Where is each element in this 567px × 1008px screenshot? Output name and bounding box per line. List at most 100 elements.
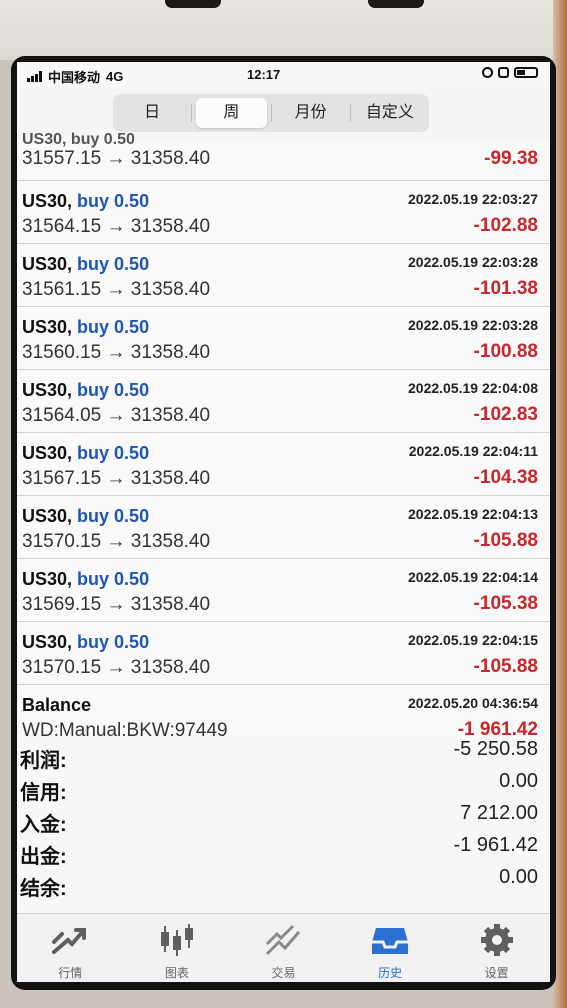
trade-profit: -102.83: [473, 404, 538, 425]
camera-icon: [165, 0, 221, 8]
summary-credit: 信用: 0.00: [17, 770, 550, 804]
carrier-label: 中国移动: [48, 70, 101, 85]
trade-icon: [266, 924, 301, 956]
trade-prices: 31570.15 → 31358.40: [22, 657, 211, 678]
trade-datetime: 2022.05.19 22:03:28: [408, 254, 538, 270]
trade-side: buy 0.50: [77, 506, 150, 526]
balance-datetime: 2022.05.20 04:36:54: [408, 695, 538, 711]
trade-prices: 31570.15 → 31358.40: [22, 531, 211, 552]
summary-value: -1 961.42: [453, 834, 538, 856]
trade-prices: 31567.15 → 31358.40: [22, 468, 211, 489]
trade-datetime: 2022.05.19 22:04:14: [408, 569, 538, 585]
segment-divider: [191, 104, 193, 122]
trade-prices: 31569.15 → 31358.40: [22, 594, 211, 615]
trade-row[interactable]: US30, buy 0.50 2022.05.19 22:04:08 31564…: [17, 370, 550, 433]
symbol-label: US30,: [22, 632, 73, 652]
segment-day[interactable]: 日: [117, 98, 187, 128]
trade-profit: -104.38: [473, 467, 538, 488]
period-segmented-control: 日 周 月份 自定义: [113, 94, 429, 132]
trade-prices: 31560.15 → 31358.40: [22, 342, 211, 363]
alarm-icon: [482, 67, 493, 78]
trade-symbol: US30, buy 0.50: [22, 131, 135, 148]
segment-divider: [270, 104, 272, 122]
summary-balance: 结余: 0.00: [17, 866, 550, 900]
trade-prices: 31561.15 → 31358.40: [22, 279, 211, 300]
symbol-label: US30,: [22, 191, 73, 211]
trade-side: buy 0.50: [77, 632, 150, 652]
history-list: US30, buy 0.50 31557.15 → 31358.40 -99.3…: [17, 131, 550, 748]
trade-profit: -101.38: [473, 278, 538, 299]
summary-withdrawal: 出金: -1 961.42: [17, 834, 550, 868]
trade-row[interactable]: US30, buy 0.50 2022.05.19 22:03:28 31561…: [17, 244, 550, 307]
quotes-icon: [52, 928, 87, 954]
tab-label: 设置: [484, 966, 509, 980]
network-label: 4G: [106, 69, 124, 84]
trade-profit: -99.38: [484, 148, 538, 169]
trade-side: buy 0.50: [77, 317, 150, 337]
trade-row[interactable]: US30, buy 0.50 2022.05.19 22:04:13 31570…: [17, 496, 550, 559]
tab-label: 历史: [378, 966, 403, 980]
segment-divider: [349, 104, 351, 122]
trade-datetime: 2022.05.19 22:04:08: [408, 380, 538, 396]
phone-frame-top: [0, 0, 567, 60]
trade-prices: 31564.15 → 31358.40: [22, 216, 211, 237]
trade-side: buy 0.50: [77, 191, 150, 211]
summary-label: 结余:: [20, 878, 67, 900]
tab-label: 行情: [58, 966, 83, 980]
trade-symbol: US30, buy 0.50: [22, 569, 149, 590]
summary-value: 7 212.00: [460, 802, 538, 824]
trade-side: buy 0.50: [77, 254, 150, 274]
trade-row[interactable]: US30, buy 0.50 2022.05.19 22:04:14 31569…: [17, 559, 550, 622]
phone-screen: 中国移动 4G 12:17 日 周 月份 自定义 US30, buy 0.50 …: [17, 62, 550, 982]
trade-row[interactable]: US30, buy 0.50 2022.05.19 22:03:28 31560…: [17, 307, 550, 370]
trade-profit: -105.38: [473, 593, 538, 614]
tab-chart[interactable]: 图表: [124, 914, 231, 982]
trade-profit: -100.88: [473, 341, 538, 362]
trade-row[interactable]: US30, buy 0.50 2022.05.19 22:04:15 31570…: [17, 622, 550, 685]
summary-label: 利润:: [20, 750, 67, 772]
battery-icon: [514, 67, 538, 78]
trade-symbol: US30, buy 0.50: [22, 380, 149, 401]
tab-label: 交易: [271, 966, 296, 980]
tab-quotes[interactable]: 行情: [17, 914, 124, 982]
summary-deposit: 入金: 7 212.00: [17, 802, 550, 836]
trade-symbol: US30, buy 0.50: [22, 317, 149, 338]
tab-trade[interactable]: 交易: [230, 914, 337, 982]
trade-prices: 31564.05 → 31358.40: [22, 405, 211, 426]
symbol-label: US30,: [22, 317, 73, 337]
trade-side: buy 0.50: [77, 443, 150, 463]
summary-value: 0.00: [499, 770, 538, 792]
signal-icon: [27, 71, 42, 82]
summary-value: -5 250.58: [453, 738, 538, 760]
summary-label: 入金:: [20, 814, 67, 836]
status-right: [482, 67, 538, 78]
summary-panel: 利润: -5 250.58 信用: 0.00 入金: 7 212.00 出金: …: [17, 738, 550, 913]
trade-profit: -102.88: [473, 215, 538, 236]
trade-symbol: US30, buy 0.50: [22, 632, 149, 653]
history-icon: [372, 928, 409, 954]
trade-datetime: 2022.05.19 22:03:27: [408, 191, 538, 207]
segment-custom[interactable]: 自定义: [355, 98, 425, 128]
status-bar: 中国移动 4G 12:17: [17, 62, 550, 88]
symbol-label: US30,: [22, 443, 73, 463]
chart-icon: [160, 924, 193, 956]
trade-row[interactable]: US30, buy 0.50 2022.05.19 22:04:11 31567…: [17, 433, 550, 496]
trade-row[interactable]: US30, buy 0.50 31557.15 → 31358.40 -99.3…: [17, 131, 550, 181]
trade-symbol: US30, buy 0.50: [22, 443, 149, 464]
trade-symbol: US30, buy 0.50: [22, 254, 149, 275]
tab-settings[interactable]: 设置: [443, 914, 550, 982]
summary-label: 出金:: [20, 846, 67, 868]
status-left: 中国移动 4G: [27, 67, 123, 86]
summary-label: 信用:: [20, 782, 67, 804]
segment-week[interactable]: 周: [196, 98, 267, 128]
trade-side: buy 0.50: [77, 380, 150, 400]
tab-history[interactable]: 历史: [337, 914, 444, 982]
symbol-label: US30,: [22, 380, 73, 400]
segment-month[interactable]: 月份: [276, 98, 346, 128]
balance-title: Balance: [22, 695, 92, 715]
clock: 12:17: [247, 67, 281, 82]
trade-side: buy 0.50: [77, 569, 150, 589]
trade-prices: 31557.15 → 31358.40: [22, 148, 211, 169]
trade-row[interactable]: US30, buy 0.50 2022.05.19 22:03:27 31564…: [17, 181, 550, 244]
trade-datetime: 2022.05.19 22:03:28: [408, 317, 538, 333]
